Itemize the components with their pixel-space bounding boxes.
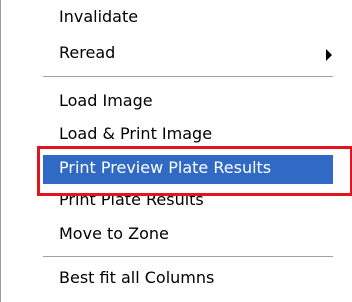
menu-item-load-image[interactable]: Load Image (43, 88, 333, 117)
context-menu: Invalidate Reread Load Image Load & Prin… (0, 0, 347, 302)
menu-item-label: Invalidate (59, 7, 139, 26)
menu-item-print-plate-results[interactable]: Print Plate Results (43, 187, 333, 216)
menu-item-label: Reread (59, 43, 116, 62)
menu-item-load-print-image[interactable]: Load & Print Image (43, 121, 333, 150)
menu-item-label: Load & Print Image (59, 124, 213, 143)
menu-item-reread[interactable]: Reread (43, 40, 333, 69)
menu-item-invalidate[interactable]: Invalidate (43, 4, 333, 33)
submenu-arrow-icon (326, 49, 332, 61)
menu-separator (43, 256, 333, 258)
menu-item-move-to-zone[interactable]: Move to Zone (43, 221, 333, 250)
menu-item-label: Print Preview Plate Results (59, 158, 272, 177)
menu-item-best-fit-all-columns[interactable]: Best fit all Columns (43, 265, 333, 294)
menu-item-label: Load Image (59, 91, 153, 110)
menu-item-label: Print Plate Results (59, 190, 204, 209)
menu-item-label: Best fit all Columns (59, 268, 215, 287)
menu-separator (43, 76, 333, 78)
menu-item-label: Move to Zone (59, 224, 169, 243)
menu-item-print-preview-plate-results[interactable]: Print Preview Plate Results (43, 155, 333, 184)
